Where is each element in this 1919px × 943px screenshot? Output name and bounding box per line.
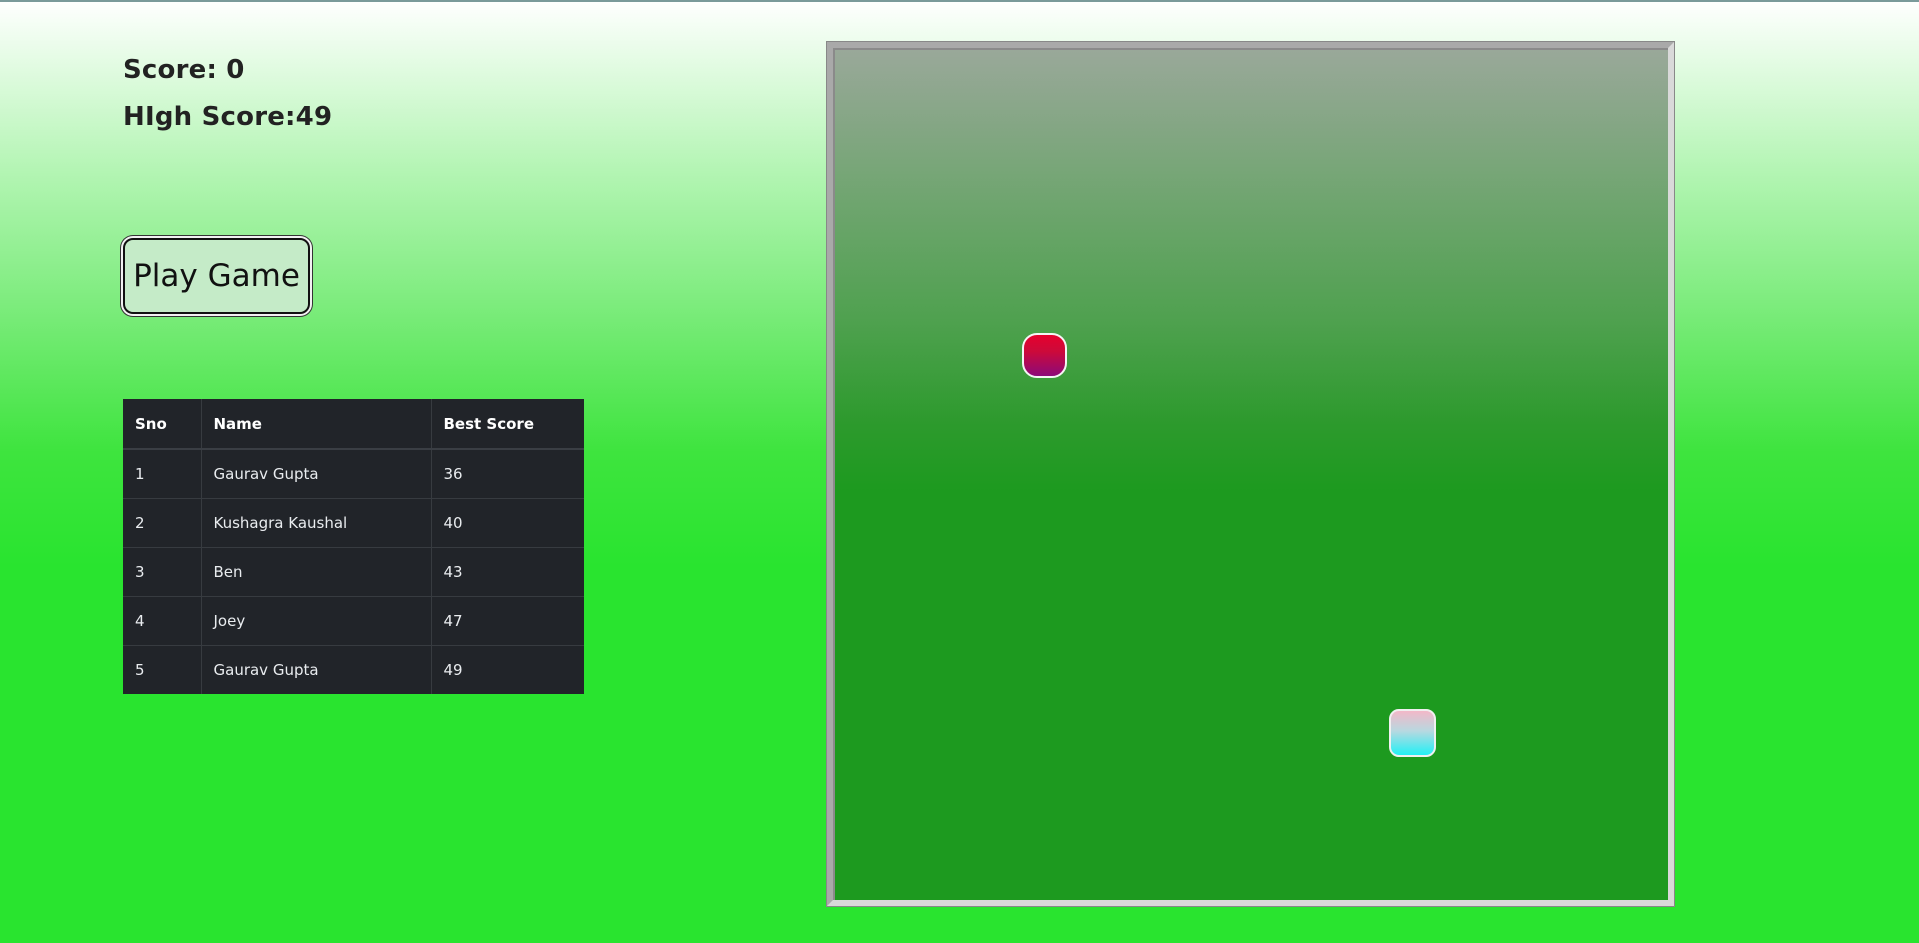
- cell-best-score: 49: [443, 660, 463, 679]
- header-best-score: Best Score: [431, 399, 584, 450]
- cell-best-score: 43: [431, 547, 584, 597]
- cell-name: Gaurav Gupta: [201, 449, 432, 499]
- score-display: Score: 0: [123, 55, 245, 85]
- header-sno: Sno: [123, 399, 202, 450]
- table-row: 2 Kushagra Kaushal 40: [123, 498, 584, 548]
- table-row: 3 Ben 43: [123, 547, 584, 597]
- table-row: 5 Gaurav Gupta 49: [123, 645, 584, 694]
- cell-sno: 4: [123, 596, 202, 646]
- leaderboard-header-row: Sno Name Best Score: [123, 399, 584, 450]
- top-border-line: [0, 0, 1919, 2]
- table-row: 4 Joey 47: [123, 596, 584, 646]
- table-row: 1 Gaurav Gupta 36: [123, 449, 584, 499]
- cell-name: Ben: [201, 547, 432, 597]
- cell-sno: 5: [123, 645, 202, 694]
- cell-name: Kushagra Kaushal: [201, 498, 432, 548]
- high-score-display: HIgh Score:49: [123, 102, 333, 132]
- snake-head-icon: [1389, 709, 1436, 757]
- cell-sno: 1: [123, 449, 202, 499]
- play-game-button[interactable]: Play Game: [123, 238, 310, 314]
- food-pellet-icon: [1022, 333, 1067, 378]
- cell-name: Joey: [201, 596, 432, 646]
- cell-sno: 2: [123, 498, 202, 548]
- cell-best-score: 40: [431, 498, 584, 548]
- cell-name: Gaurav Gupta: [201, 645, 432, 694]
- leaderboard-table: Sno Name Best Score 1 Gaurav Gupta 36 2 …: [123, 399, 584, 694]
- cell-best-score: 36: [431, 449, 584, 499]
- cell-best-score: 47: [431, 596, 584, 646]
- game-board[interactable]: [827, 42, 1674, 906]
- header-name: Name: [201, 399, 432, 450]
- cell-sno: 3: [123, 547, 202, 597]
